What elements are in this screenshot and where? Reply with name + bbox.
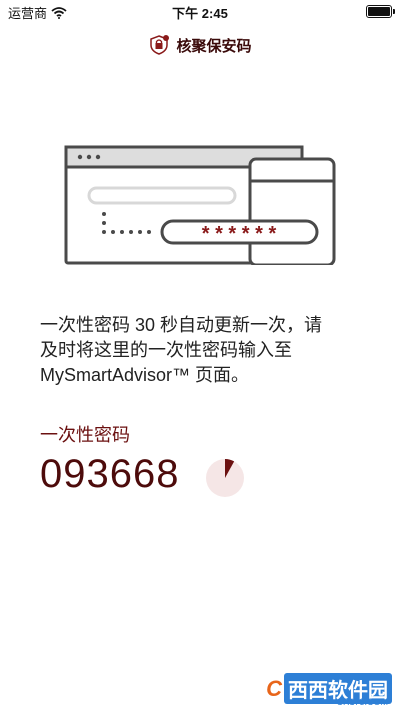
watermark-logo: C: [266, 675, 282, 701]
otp-code: 093668: [40, 452, 180, 496]
phone-frame: [248, 157, 336, 265]
description-line: 及时将这里的一次性密码输入至: [40, 340, 292, 360]
countdown-timer: [206, 459, 244, 497]
masked-password: * * * * * *: [202, 223, 277, 245]
description-line: MySmartAdvisor™ 页面。: [40, 365, 250, 385]
status-time: 下午 2:45: [172, 6, 228, 21]
browser-password-illustration: * * * * * *: [64, 145, 336, 265]
status-bar: 运营商 下午 2:45: [0, 0, 400, 22]
username-field-icon: [87, 186, 237, 205]
shield-lock-icon: [150, 35, 170, 55]
watermark-url: CR173.COM: [336, 697, 388, 707]
otp-description: 一次性密码 30 秒自动更新一次，请 及时将这里的一次性密码输入至 MySmar…: [40, 313, 370, 388]
otp-label: 一次性密码: [40, 425, 130, 445]
app-header: 核聚保安码: [0, 30, 400, 60]
description-line: 一次性密码 30 秒自动更新一次，请: [40, 315, 323, 335]
watermark: C 西西软件园 CR173.COM: [266, 673, 392, 707]
battery-icon: [366, 5, 395, 18]
app-title: 核聚保安码: [176, 37, 252, 55]
